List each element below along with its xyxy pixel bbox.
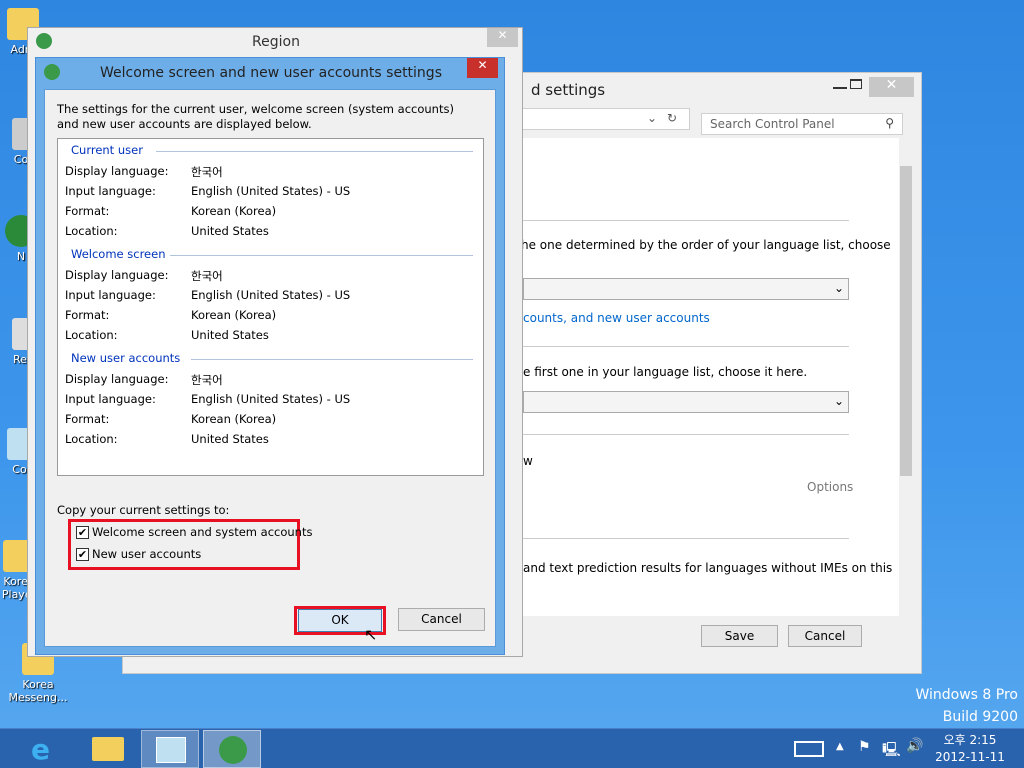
network-icon[interactable]: 🖳: [882, 739, 901, 763]
input-method-select[interactable]: ⌄: [523, 391, 849, 413]
taskbar: e ▲ ⚑ 🖳 🔊 오후 2:15 2012-11-11: [0, 728, 1024, 768]
row-value: Korean (Korea): [191, 412, 277, 426]
row-label: Format:: [65, 308, 110, 322]
region-globe-icon: [219, 736, 247, 764]
row-value: English (United States) - US: [191, 184, 351, 198]
row-label: Display language:: [65, 164, 169, 178]
window-title: Region: [252, 34, 300, 50]
text: w: [523, 454, 533, 468]
row-value: Korean (Korea): [191, 204, 277, 218]
save-button[interactable]: Save: [701, 625, 778, 647]
text: he one determined by the order of your l…: [521, 238, 891, 252]
row-label: Format:: [65, 412, 110, 426]
row-value: 한국어: [191, 373, 223, 387]
checkbox-label: New user accounts: [92, 547, 202, 561]
internet-explorer-icon: e: [31, 733, 50, 766]
touch-keyboard-icon[interactable]: [794, 741, 824, 757]
time: 오후 2:15: [943, 733, 997, 747]
row-label: Location:: [65, 328, 118, 342]
row-label: Display language:: [65, 372, 169, 386]
group-divider: [170, 255, 473, 256]
refresh-icon[interactable]: ↻: [667, 111, 677, 125]
file-explorer-button[interactable]: [79, 730, 137, 768]
row-value: United States: [191, 432, 269, 446]
copy-label: Copy your current settings to:: [57, 503, 230, 517]
maximize-button[interactable]: [850, 79, 862, 89]
watermark-build: Build 9200: [942, 709, 1018, 725]
windows-watermark: Windows 8 Pro Build 9200: [915, 684, 1018, 728]
watermark-edition: Windows 8 Pro: [915, 687, 1018, 703]
internet-explorer-button[interactable]: e: [16, 730, 74, 768]
action-center-flag-icon[interactable]: ⚑: [858, 739, 871, 755]
row-label: Display language:: [65, 268, 169, 282]
close-button[interactable]: ✕: [467, 58, 498, 78]
chevron-down-icon[interactable]: ⌄: [647, 111, 657, 125]
row-label: Input language:: [65, 288, 156, 302]
row-label: Input language:: [65, 184, 156, 198]
group-divider: [191, 359, 473, 360]
display-language-select[interactable]: ⌄: [523, 278, 849, 300]
row-value: 한국어: [191, 269, 223, 283]
row-value: United States: [191, 328, 269, 342]
welcome-screen-settings-dialog: Welcome screen and new user accounts set…: [35, 57, 505, 655]
date: 2012-11-11: [935, 750, 1005, 764]
control-panel-icon: [156, 737, 186, 763]
mouse-cursor-icon: ↖: [364, 625, 378, 644]
scrollbar[interactable]: [899, 146, 913, 614]
search-placeholder: Search Control Panel: [710, 117, 835, 131]
dialog-title: Welcome screen and new user accounts set…: [100, 65, 442, 81]
clock[interactable]: 오후 2:15 2012-11-11: [930, 732, 1010, 766]
row-value: Korean (Korea): [191, 308, 277, 322]
window-title: d settings: [531, 81, 606, 99]
row-value: English (United States) - US: [191, 288, 351, 302]
row-label: Format:: [65, 204, 110, 218]
description: The settings for the current user, welco…: [57, 102, 454, 131]
region-taskbar-button[interactable]: [203, 730, 261, 768]
row-label: Location:: [65, 224, 118, 238]
row-label: Input language:: [65, 392, 156, 406]
text: and text prediction results for language…: [523, 561, 893, 575]
group-header: New user accounts: [71, 351, 181, 365]
options-link[interactable]: Options: [807, 480, 853, 494]
search-input[interactable]: Search Control Panel ⚲: [701, 113, 903, 135]
cancel-button[interactable]: Cancel: [788, 625, 862, 647]
row-label: Location:: [65, 432, 118, 446]
welcome-screen-checkbox[interactable]: ✔: [76, 526, 89, 539]
row-value: United States: [191, 224, 269, 238]
settings-summary-box: Current user Display language: 한국어 Input la…: [57, 138, 484, 476]
row-value: 한국어: [191, 165, 223, 179]
search-icon: ⚲: [885, 116, 894, 130]
control-panel-taskbar-button[interactable]: [141, 730, 199, 768]
folder-icon: [92, 737, 124, 761]
scrollbar-thumb[interactable]: [900, 166, 912, 476]
text: e first one in your language list, choos…: [523, 365, 808, 379]
cancel-button[interactable]: Cancel: [398, 608, 485, 631]
group-header: Current user: [71, 143, 143, 157]
volume-icon[interactable]: 🔊: [906, 738, 923, 754]
close-button[interactable]: ✕: [869, 77, 914, 97]
checkbox-label: Welcome screen and system accounts: [92, 525, 313, 539]
group-divider: [156, 151, 473, 152]
group-header: Welcome screen: [71, 247, 166, 261]
show-hidden-icons-button[interactable]: ▲: [836, 741, 844, 752]
new-user-accounts-checkbox[interactable]: ✔: [76, 548, 89, 561]
row-value: English (United States) - US: [191, 392, 351, 406]
link-apply-settings[interactable]: counts, and new user accounts: [523, 311, 710, 325]
close-button[interactable]: ✕: [487, 28, 518, 47]
minimize-button[interactable]: [833, 77, 847, 89]
